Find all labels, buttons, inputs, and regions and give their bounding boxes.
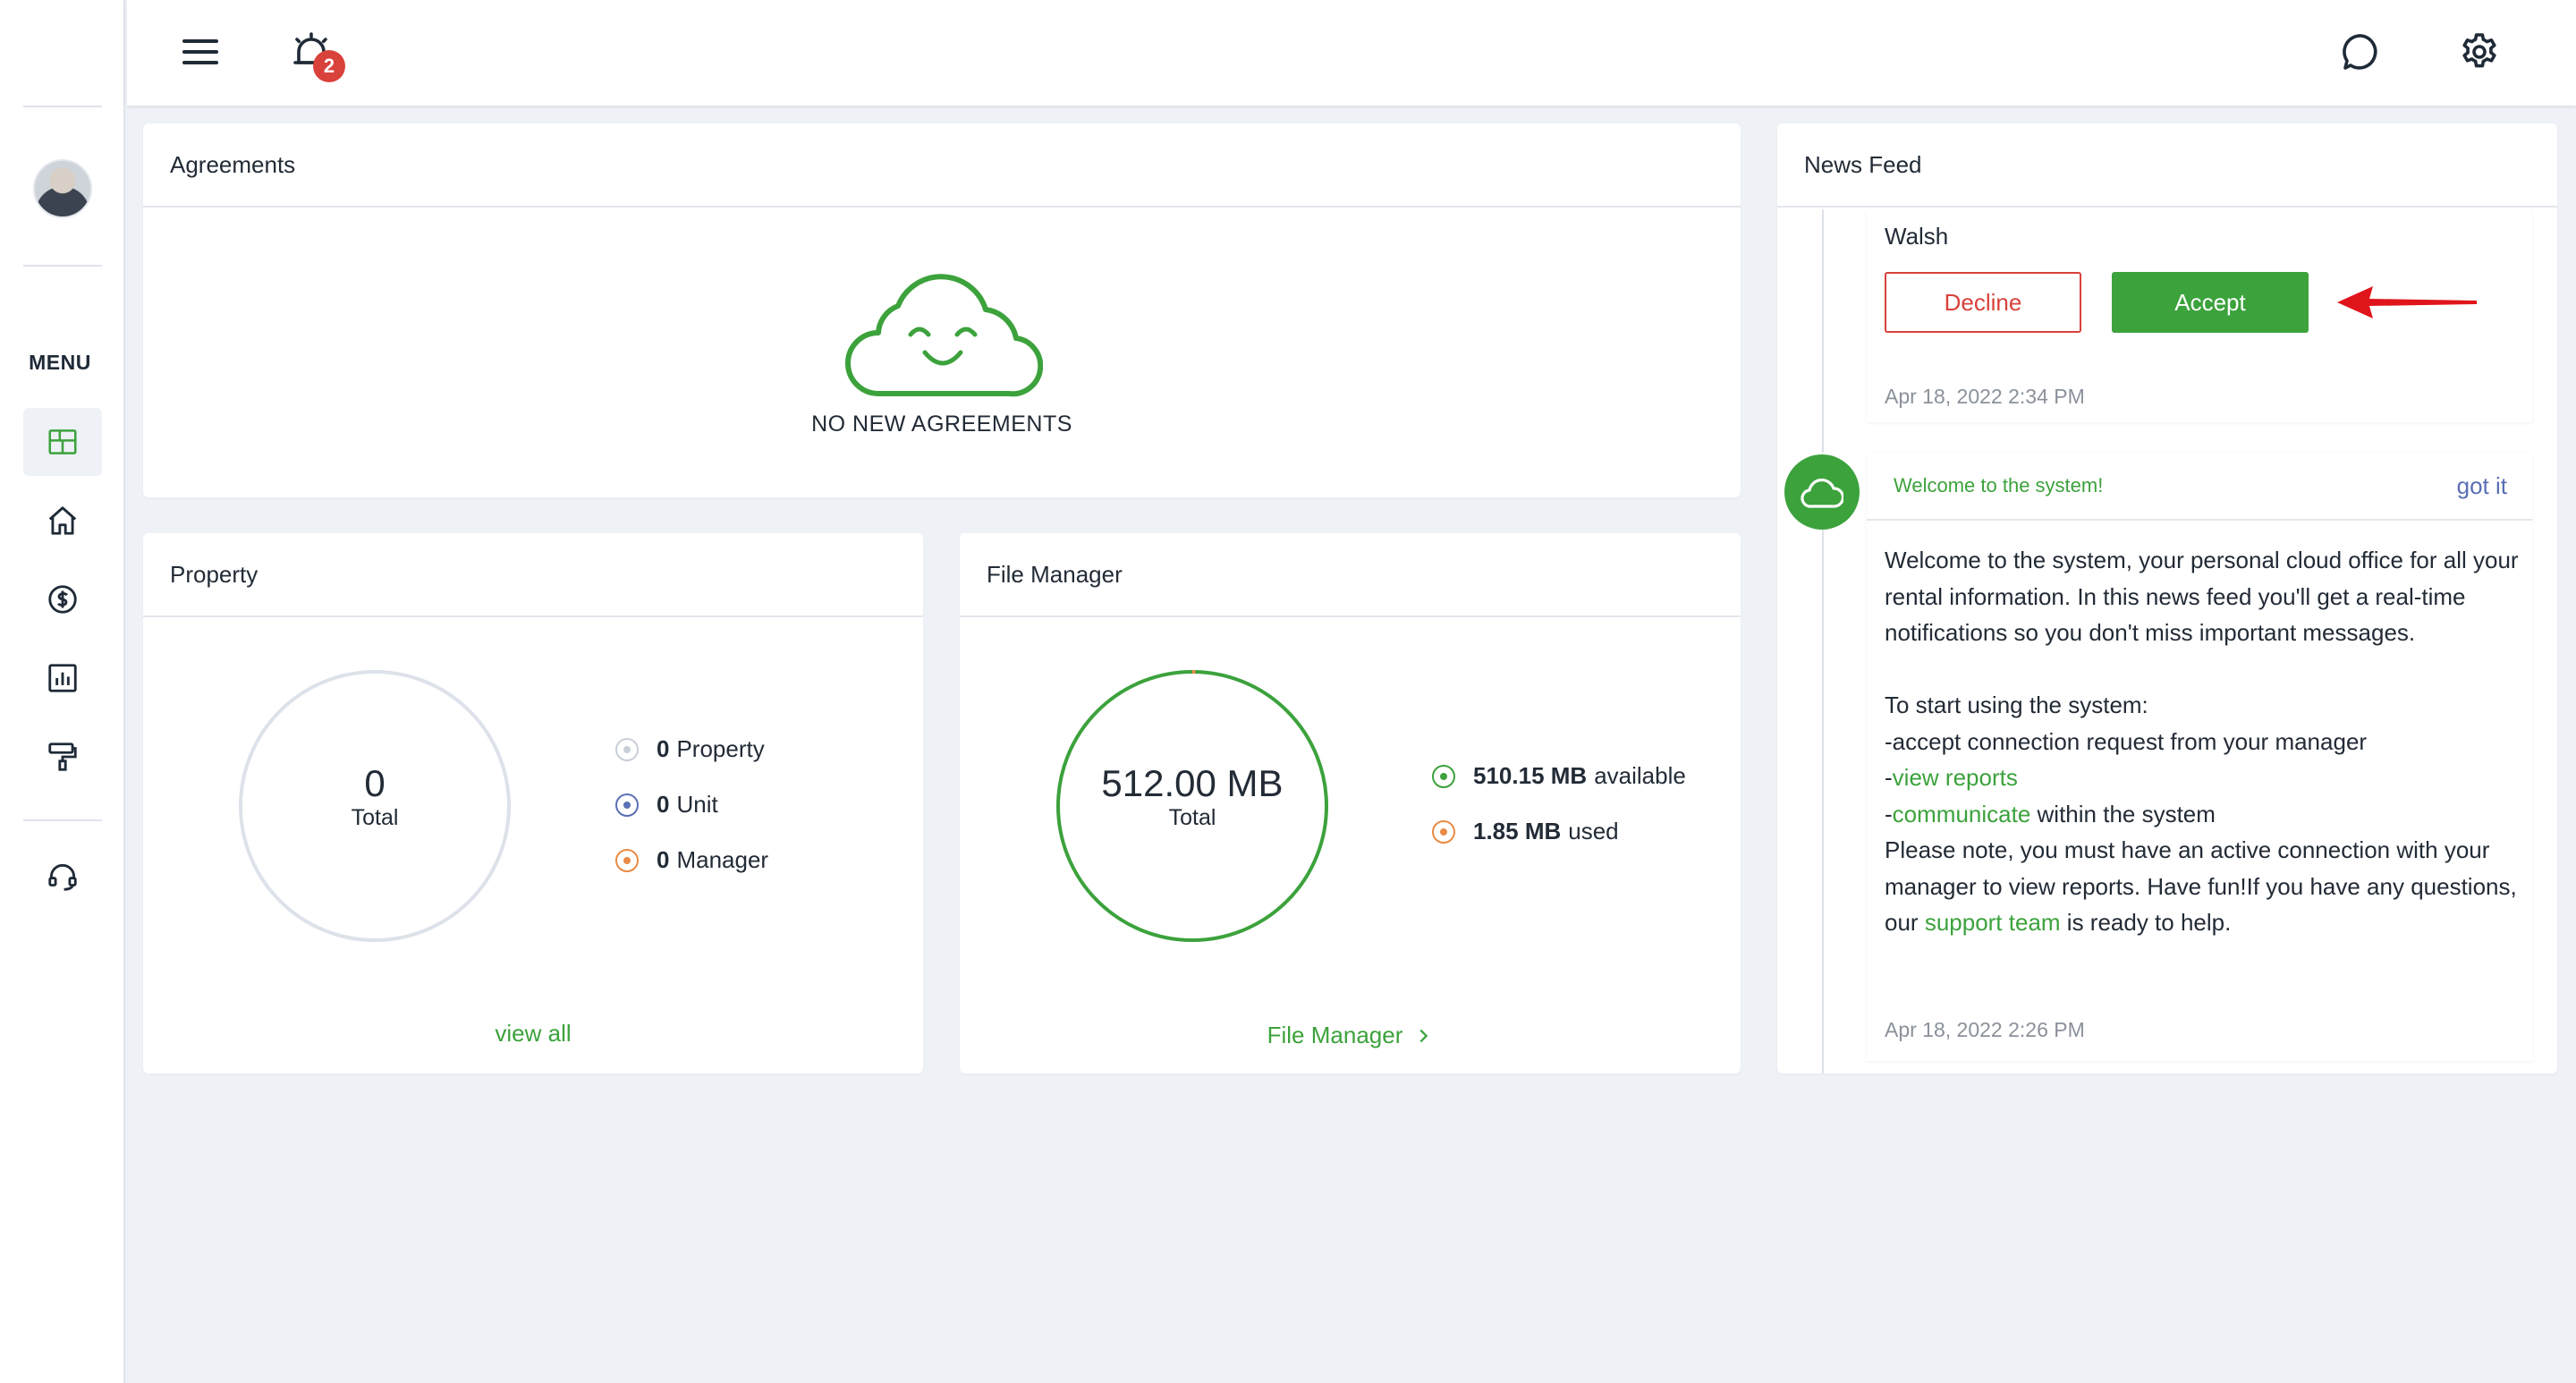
welcome-header: Welcome to the system! got it <box>1867 453 2532 521</box>
chevron-right-icon <box>1419 1029 1428 1042</box>
home-icon <box>48 506 77 535</box>
step-dash: - <box>1885 764 1893 791</box>
sidebar-item-support[interactable] <box>23 843 102 911</box>
step-dash: - <box>1885 800 1893 827</box>
step-text: within the system <box>2030 800 2216 827</box>
welcome-note: Please note, you must have an active con… <box>1885 832 2520 941</box>
sidebar-divider <box>23 819 102 821</box>
communicate-link[interactable]: communicate <box>1893 801 2031 827</box>
legend-unit: 0 Unit <box>615 791 718 819</box>
settings-button[interactable] <box>2451 23 2508 81</box>
legend-value: 1.85 MB <box>1473 818 1562 844</box>
red-arrow-annotation <box>2337 286 2477 318</box>
welcome-intro: Welcome to the system, your personal clo… <box>1885 547 2519 646</box>
dashboard-icon <box>48 429 77 454</box>
reports-icon <box>48 664 77 692</box>
legend-label: Property <box>676 735 765 762</box>
sidebar-item-home[interactable] <box>23 487 102 555</box>
connection-request-item: Walsh Decline Accept Apr 18, 2022 2:34 P… <box>1867 209 2532 422</box>
sidebar-item-maintenance[interactable] <box>23 723 102 791</box>
file-manager-link-label: File Manager <box>1267 1022 1403 1048</box>
legend-dot <box>615 848 639 872</box>
file-manager-title: File Manager <box>960 533 1741 617</box>
legend-manager: 0 Manager <box>615 846 768 874</box>
agreements-title: Agreements <box>143 123 1741 208</box>
welcome-step-3: -communicate within the system <box>1885 796 2520 833</box>
property-total-value: 0 <box>364 762 386 804</box>
gear-icon <box>2462 33 2496 68</box>
property-title: Property <box>143 533 923 617</box>
view-all-link[interactable]: view all <box>143 1020 923 1048</box>
note-end: is ready to help. <box>2060 909 2232 936</box>
legend-available: 510.15 MB available <box>1432 762 1686 790</box>
news-feed-card: News Feed Walsh Decline Accept Apr 18, 2… <box>1777 123 2557 1073</box>
agreements-card: Agreements NO NEW AGREEMENTS <box>143 123 1741 497</box>
file-manager-link[interactable]: File Manager <box>960 1022 1741 1049</box>
menu-label: MENU <box>29 351 91 374</box>
storage-total-label: Total <box>1168 805 1216 830</box>
sidebar-item-payments[interactable] <box>23 565 102 633</box>
chat-bubble-icon <box>2343 34 2377 70</box>
menu-toggle-button[interactable] <box>172 23 229 81</box>
property-total: 0 Total <box>236 762 513 831</box>
notification-count-badge: 2 <box>313 50 345 82</box>
hamburger-icon <box>182 39 218 64</box>
storage-total: 512.00 MB Total <box>1054 762 1331 831</box>
cloud-icon <box>1801 479 1843 508</box>
request-date: Apr 18, 2022 2:34 PM <box>1885 385 2085 408</box>
legend-value: 0 <box>657 735 670 762</box>
got-it-link[interactable]: got it <box>2457 472 2507 500</box>
welcome-step-1: -accept connection request from your man… <box>1885 727 2368 755</box>
sidebar-divider <box>23 106 102 107</box>
legend-dot <box>1432 764 1455 788</box>
sidebar: MENU <box>0 0 125 1383</box>
legend-dot <box>1432 819 1455 844</box>
avatar[interactable] <box>33 159 92 218</box>
legend-dot <box>615 793 639 817</box>
property-total-label: Total <box>351 805 399 830</box>
decline-button[interactable]: Decline <box>1885 272 2081 333</box>
welcome-body: Welcome to the system, your personal clo… <box>1885 542 2520 941</box>
accept-button[interactable]: Accept <box>2112 272 2309 333</box>
legend-dot <box>615 737 639 761</box>
request-sender-name: Walsh <box>1885 223 1949 250</box>
timeline-line <box>1822 528 1824 1073</box>
support-team-link[interactable]: support team <box>1925 909 2061 936</box>
sidebar-divider <box>23 265 102 267</box>
paint-roller-icon <box>48 742 77 771</box>
timeline-line <box>1822 209 1824 453</box>
support-headset-icon <box>48 863 77 891</box>
legend-value: 0 <box>657 846 670 873</box>
top-bar: 2 <box>127 0 2576 106</box>
news-feed-title: News Feed <box>1777 123 2557 208</box>
legend-label: available <box>1594 762 1686 789</box>
file-manager-card: File Manager 512.00 MB Total 510.15 MB a… <box>960 533 1741 1073</box>
legend-property: 0 Property <box>615 735 765 763</box>
legend-value: 510.15 MB <box>1473 762 1588 789</box>
welcome-step-2: -view reports <box>1885 759 2520 796</box>
cloud-avatar <box>1784 454 1860 530</box>
no-agreements-text: NO NEW AGREEMENTS <box>811 412 1072 437</box>
welcome-date: Apr 18, 2022 2:26 PM <box>1885 1018 2085 1041</box>
property-card: Property 0 Total 0 Property 0 Unit 0 Man… <box>143 533 923 1073</box>
legend-used: 1.85 MB used <box>1432 818 1619 845</box>
legend-label: Unit <box>676 791 718 818</box>
legend-value: 0 <box>657 791 670 818</box>
welcome-start: To start using the system: <box>1885 692 2148 718</box>
legend-label: used <box>1568 818 1619 844</box>
storage-total-value: 512.00 MB <box>1101 762 1284 804</box>
sidebar-item-reports[interactable] <box>23 644 102 712</box>
legend-label: Manager <box>676 846 769 873</box>
view-reports-link[interactable]: view reports <box>1893 764 2018 791</box>
welcome-title: Welcome to the system! <box>1894 474 2104 496</box>
smiling-cloud-icon <box>845 274 1043 397</box>
messages-button[interactable] <box>2333 23 2390 81</box>
sidebar-item-dashboard[interactable] <box>23 408 102 476</box>
welcome-message-item: Welcome to the system! got it Welcome to… <box>1867 453 2532 1061</box>
dollar-icon <box>48 585 77 614</box>
